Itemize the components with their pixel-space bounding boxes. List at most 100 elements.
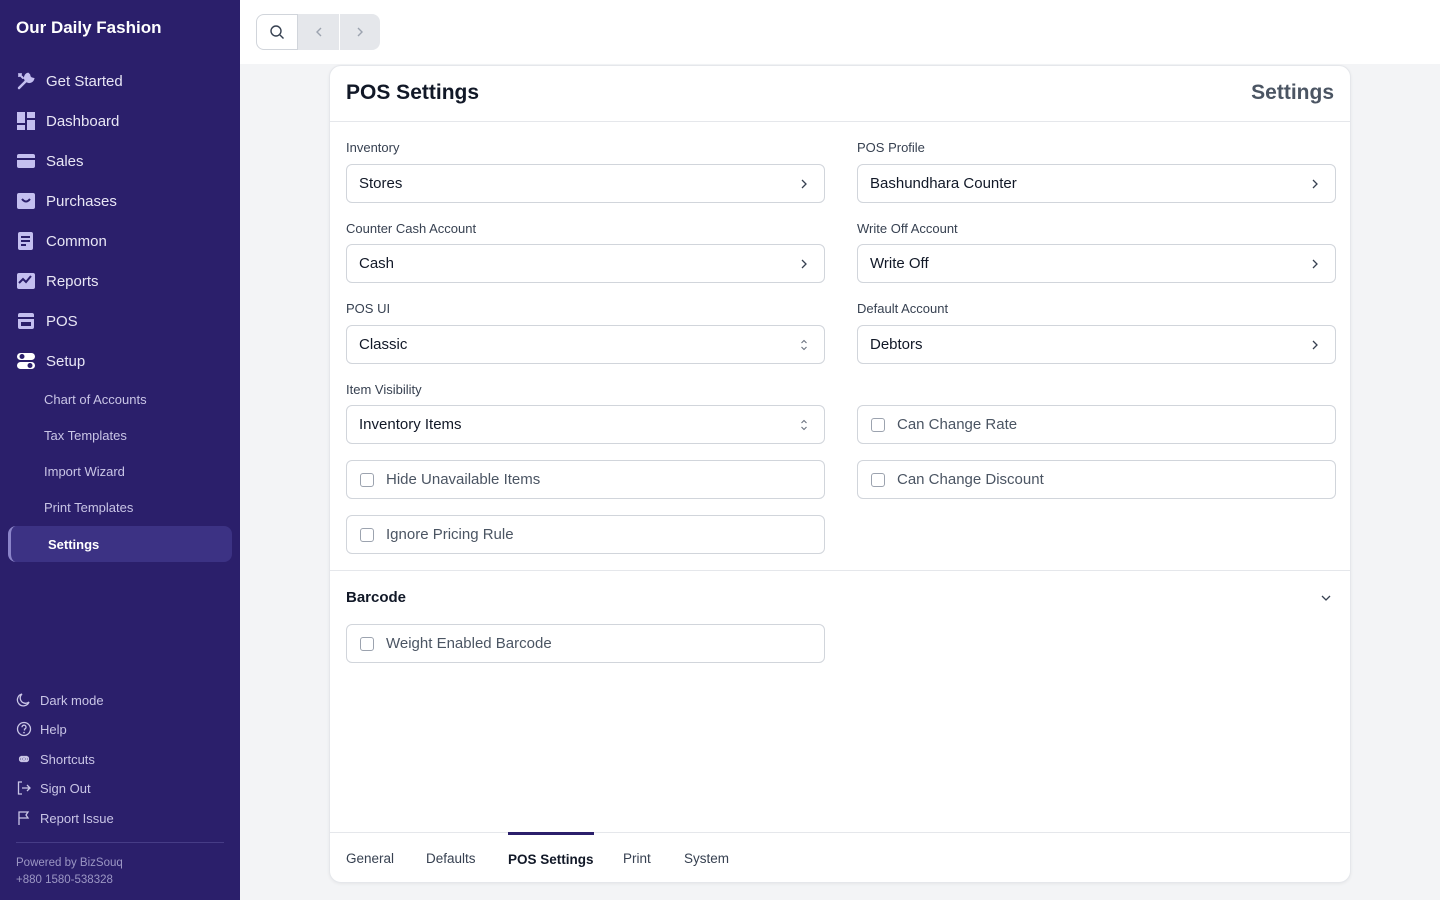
- pos-icon: [16, 311, 36, 331]
- tab-print[interactable]: Print: [623, 832, 651, 884]
- header-divider: [330, 121, 1350, 122]
- checkbox-icon: [360, 636, 374, 651]
- powered-by: Powered by BizSouq +880 1580-538328: [16, 855, 123, 889]
- sidebar-item-label: Dashboard: [46, 112, 120, 130]
- sidebar-item-purchases[interactable]: Purchases: [16, 187, 117, 215]
- ignore-pricing-rule-checkbox[interactable]: Ignore Pricing Rule: [346, 515, 825, 554]
- tab-system[interactable]: System: [684, 832, 729, 884]
- counter-cash-account-value: Cash: [359, 255, 395, 272]
- tab-general[interactable]: General: [346, 832, 394, 884]
- top-bar: [240, 0, 1440, 64]
- sidebar: Our Daily Fashion Get Started Dashboard …: [0, 0, 240, 900]
- setup-icon: [16, 351, 36, 371]
- shortcuts-link[interactable]: Shortcuts: [16, 748, 95, 770]
- checkbox-label: Weight Enabled Barcode: [386, 635, 552, 652]
- sidebar-item-label: Setup: [46, 352, 86, 370]
- sidebar-item-label: Common: [46, 232, 107, 250]
- sidebar-item-label: Sales: [46, 152, 84, 170]
- sidebar-subitem-import-wizard[interactable]: Import Wizard: [44, 460, 125, 482]
- powered-by-text: Powered by BizSouq: [16, 857, 123, 869]
- chevron-left-icon: [315, 27, 321, 37]
- write-off-account-value: Write Off: [870, 255, 929, 272]
- tab-pos-settings[interactable]: POS Settings: [508, 832, 594, 884]
- section-heading: Settings: [1251, 81, 1334, 104]
- default-account-value: Debtors: [870, 336, 923, 353]
- default-account-field[interactable]: Debtors: [857, 325, 1336, 364]
- chevron-right-icon: [1312, 259, 1318, 269]
- write-off-account-field[interactable]: Write Off: [857, 244, 1336, 283]
- pos-profile-field[interactable]: Bashundhara Counter: [857, 164, 1336, 203]
- chevron-right-icon: [1312, 179, 1318, 189]
- dashboard-icon: [16, 111, 36, 131]
- checkbox-label: Ignore Pricing Rule: [386, 526, 514, 543]
- tabs-divider: [330, 832, 1350, 833]
- help-icon: [16, 721, 32, 737]
- checkbox-icon: [871, 417, 885, 432]
- inventory-label: Inventory: [346, 140, 400, 155]
- sidebar-divider: [16, 842, 224, 843]
- can-change-rate-checkbox[interactable]: Can Change Rate: [857, 405, 1336, 444]
- sidebar-item-sales[interactable]: Sales: [16, 147, 84, 175]
- dark-mode-toggle[interactable]: Dark mode: [16, 689, 104, 711]
- sidebar-item-dashboard[interactable]: Dashboard: [16, 107, 119, 135]
- hide-unavailable-items-checkbox[interactable]: Hide Unavailable Items: [346, 460, 825, 499]
- footer-label: Dark mode: [40, 692, 104, 708]
- inventory-field[interactable]: Stores: [346, 164, 825, 203]
- back-button[interactable]: [298, 14, 339, 50]
- flag-icon: [16, 810, 32, 826]
- sidebar-item-label: Reports: [46, 272, 99, 290]
- search-button[interactable]: [256, 14, 298, 50]
- settings-card: POS Settings Settings Inventory Stores P…: [329, 65, 1351, 883]
- footer-label: Help: [40, 721, 67, 737]
- sign-out-link[interactable]: Sign Out: [16, 777, 91, 799]
- write-off-account-label: Write Off Account: [857, 221, 958, 236]
- brand-name: Our Daily Fashion: [16, 18, 162, 37]
- select-arrows-icon: [801, 339, 807, 351]
- report-issue-link[interactable]: Report Issue: [16, 807, 114, 829]
- chevron-right-icon: [801, 259, 807, 269]
- pos-profile-value: Bashundhara Counter: [870, 175, 1017, 192]
- checkbox-icon: [360, 472, 374, 487]
- support-phone: +880 1580-538328: [16, 874, 113, 886]
- default-account-label: Default Account: [857, 301, 949, 316]
- command-icon: [16, 751, 32, 767]
- counter-cash-account-field[interactable]: Cash: [346, 244, 825, 283]
- item-visibility-value: Inventory Items: [359, 416, 462, 433]
- page-title: POS Settings: [346, 81, 480, 104]
- checkbox-icon: [871, 472, 885, 487]
- search-icon: [270, 25, 284, 39]
- purchases-icon: [16, 191, 36, 211]
- sidebar-item-label: POS: [46, 312, 78, 330]
- sidebar-subitem-chart-of-accounts[interactable]: Chart of Accounts: [44, 388, 147, 410]
- forward-button[interactable]: [340, 14, 380, 50]
- pos-ui-value: Classic: [359, 336, 408, 353]
- weight-enabled-barcode-checkbox[interactable]: Weight Enabled Barcode: [346, 624, 825, 663]
- sidebar-item-setup[interactable]: Setup: [16, 347, 85, 375]
- tab-defaults[interactable]: Defaults: [426, 832, 476, 884]
- checkbox-icon: [360, 527, 374, 542]
- sidebar-item-pos[interactable]: POS: [16, 307, 78, 335]
- barcode-section-title[interactable]: Barcode: [346, 589, 406, 606]
- sidebar-subitem-settings[interactable]: Settings: [8, 526, 232, 562]
- inventory-value: Stores: [359, 175, 403, 192]
- sidebar-item-common[interactable]: Common: [16, 227, 107, 255]
- chevron-right-icon: [357, 27, 363, 37]
- pos-ui-label: POS UI: [346, 301, 391, 316]
- moon-icon: [16, 692, 32, 708]
- checkbox-label: Can Change Discount: [897, 471, 1044, 488]
- sidebar-subitem-print-templates[interactable]: Print Templates: [44, 496, 133, 518]
- help-link[interactable]: Help: [16, 718, 67, 740]
- chevron-down-icon[interactable]: [1318, 590, 1334, 606]
- item-visibility-select[interactable]: Inventory Items: [346, 405, 825, 444]
- sidebar-subitem-tax-templates[interactable]: Tax Templates: [44, 424, 127, 446]
- sidebar-item-reports[interactable]: Reports: [16, 267, 99, 295]
- select-arrows-icon: [801, 419, 807, 431]
- footer-label: Shortcuts: [40, 751, 95, 767]
- checkbox-label: Hide Unavailable Items: [386, 471, 541, 488]
- sign-out-icon: [16, 780, 32, 796]
- sidebar-item-get-started[interactable]: Get Started: [16, 67, 123, 95]
- footer-label: Report Issue: [40, 810, 114, 826]
- pos-ui-select[interactable]: Classic: [346, 325, 825, 364]
- chevron-right-icon: [801, 179, 807, 189]
- can-change-discount-checkbox[interactable]: Can Change Discount: [857, 460, 1336, 499]
